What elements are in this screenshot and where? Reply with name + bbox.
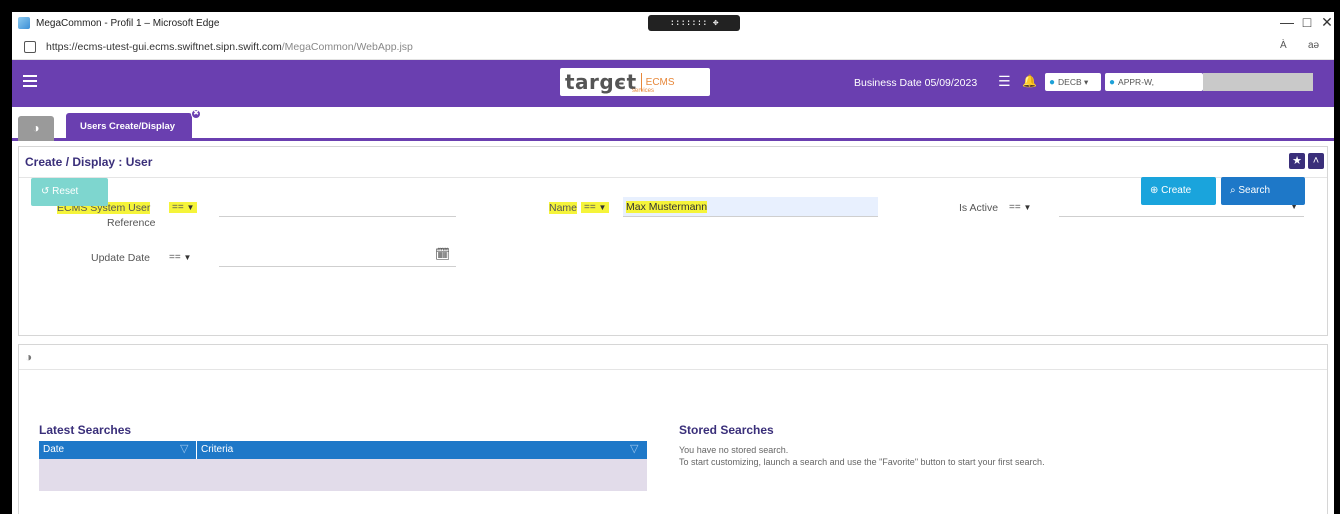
tab-bar: ◑ Users Create/Display ✖ (12, 107, 1334, 141)
plus-circle-icon: ⊕ (1150, 185, 1159, 196)
stored-empty-message: You have no stored search. (679, 445, 789, 455)
tab-close-icon[interactable]: ✖ (191, 109, 201, 119)
update-date-operator[interactable]: == ▼ (169, 252, 191, 263)
chevron-down-icon: ▼ (183, 253, 192, 262)
column-criteria[interactable]: Criteria (201, 444, 233, 455)
chevron-down-icon: ▼ (1023, 203, 1032, 212)
operator-text: == (172, 202, 184, 213)
favorite-star-icon[interactable]: ★ (1289, 153, 1305, 169)
operator-text: == (169, 252, 181, 263)
entity-selector[interactable]: ● DECB ▾ (1045, 73, 1101, 91)
close-window-button[interactable]: ✕ (1317, 14, 1334, 31)
browser-title-bar: MegaCommon - Profil 1 – Microsoft Edge :… (12, 12, 1334, 44)
dashboard-icon: ◑ (32, 121, 40, 135)
filter-icon[interactable]: ▽ (630, 442, 638, 455)
dashboard-icon[interactable]: ◑ (25, 350, 32, 364)
operator-text: == (584, 202, 596, 213)
hamburger-menu-icon[interactable] (23, 75, 37, 87)
logo-word: targєt (565, 70, 637, 94)
tab-users-create-display[interactable]: Users Create/Display (66, 113, 192, 141)
reset-button[interactable]: ↺ Reset (31, 178, 108, 206)
is-active-label: Is Active (959, 202, 999, 214)
column-divider (196, 441, 197, 459)
section-divider (19, 369, 1327, 370)
ecms-user-ref-operator[interactable]: == ▼ (169, 202, 198, 213)
entity-selector-label: DECB ▾ (1058, 76, 1089, 87)
reset-icon: ↺ (41, 186, 50, 197)
page-title: Create / Display : User (25, 155, 153, 169)
ecms-user-ref-input[interactable] (219, 197, 456, 217)
user-menu[interactable]: ● APPR-W, (1105, 73, 1203, 91)
column-date[interactable]: Date (43, 444, 64, 455)
url-host: https://ecms-utest-gui.ecms.swiftnet.sip… (46, 40, 282, 53)
user-icon: ● (1109, 76, 1116, 88)
redacted-user-name (1203, 73, 1313, 91)
target-services-logo: targєt services ECMS (560, 68, 710, 96)
update-date-input[interactable] (219, 247, 456, 267)
url-text[interactable]: https://ecms-utest-gui.ecms.swiftnet.sip… (46, 41, 413, 53)
name-value: Max Mustermann (626, 201, 708, 213)
update-date-label: Update Date (91, 252, 150, 264)
bell-icon[interactable]: 🔔 (1022, 74, 1037, 88)
user-menu-label: APPR-W, (1118, 77, 1154, 87)
operator-text: == (1009, 202, 1021, 213)
name-operator[interactable]: == ▼ (581, 202, 610, 213)
minimize-button[interactable]: — (1277, 14, 1297, 30)
reset-label: Reset (52, 186, 79, 197)
maximize-button[interactable]: □ (1297, 14, 1317, 30)
tab-label: Users Create/Display (80, 121, 176, 132)
create-label: Create (1161, 185, 1192, 196)
app-header: targєt services ECMS Business Date 05/09… (12, 60, 1334, 107)
business-date: Business Date 05/09/2023 (854, 77, 978, 89)
create-button[interactable]: ⊕ Create (1141, 177, 1216, 205)
searches-section: ◑ Latest Searches Date ▽ Criteria ▽ Stor… (18, 344, 1328, 514)
browser-window: MegaCommon - Profil 1 – Microsoft Edge :… (12, 12, 1334, 514)
chevron-down-icon: ▼ (598, 203, 607, 212)
drag-handle[interactable]: ::::::: ✥ ::::::: (648, 15, 740, 44)
stored-searches-title: Stored Searches (679, 423, 774, 437)
chevron-down-icon: ▼ (186, 203, 195, 212)
search-label: Search (1238, 185, 1271, 196)
logo-subtitle: services (632, 88, 655, 94)
window-title: MegaCommon - Profil 1 – Microsoft Edge (36, 17, 220, 29)
search-button[interactable]: ⌕ Search (1221, 177, 1305, 205)
immersive-reader-icon[interactable]: aə (1308, 40, 1319, 51)
url-path: /MegaCommon/WebApp.jsp (281, 40, 413, 53)
is-active-operator[interactable]: == ▼ (1009, 202, 1031, 213)
panel-divider (19, 177, 1327, 178)
address-bar[interactable]: https://ecms-utest-gui.ecms.swiftnet.sip… (12, 34, 1334, 60)
site-favicon-icon (18, 17, 30, 29)
latest-searches-grid-header: Date ▽ Criteria ▽ (39, 441, 647, 459)
calendar-icon[interactable]: 🗓 (435, 247, 450, 261)
name-label: Name (549, 202, 578, 214)
list-icon[interactable]: ☰ (998, 73, 1011, 90)
logo-ecms: ECMS (645, 76, 675, 88)
search-icon: ⌕ (1230, 185, 1236, 196)
latest-searches-grid-body (39, 459, 647, 491)
stored-help-message: To start customizing, launch a search an… (679, 457, 1045, 467)
latest-searches-title: Latest Searches (39, 423, 132, 437)
read-aloud-icon[interactable]: À (1280, 40, 1287, 51)
create-display-user-panel: Create / Display : User ★ ˄ ECMS System … (18, 146, 1328, 336)
tab-dashboard[interactable]: ◑ (18, 116, 54, 141)
filter-icon[interactable]: ▽ (180, 442, 188, 455)
user-icon: ● (1049, 76, 1056, 88)
site-info-icon[interactable] (24, 40, 36, 53)
ecms-user-ref-label-line2: Reference (107, 217, 156, 229)
collapse-panel-icon[interactable]: ˄ (1308, 153, 1324, 169)
name-input[interactable]: Max Mustermann (623, 197, 878, 217)
